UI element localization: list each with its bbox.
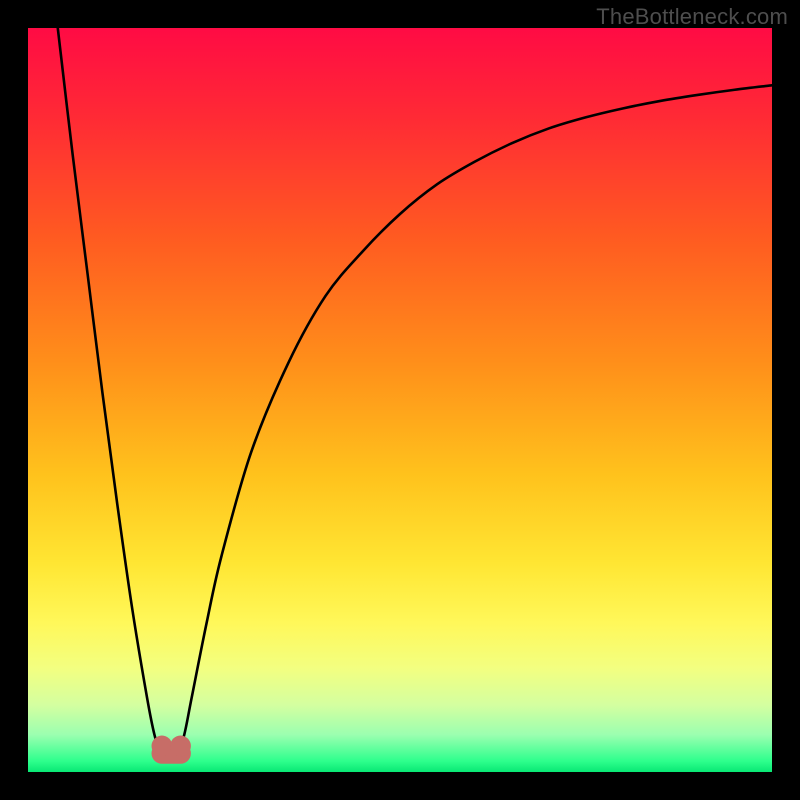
chart-frame: TheBottleneck.com (0, 0, 800, 800)
plot-area (28, 28, 772, 772)
valley-marker-0 (152, 736, 173, 757)
chart-svg (28, 28, 772, 772)
valley-marker-1 (170, 736, 191, 757)
watermark-text: TheBottleneck.com (596, 4, 788, 30)
